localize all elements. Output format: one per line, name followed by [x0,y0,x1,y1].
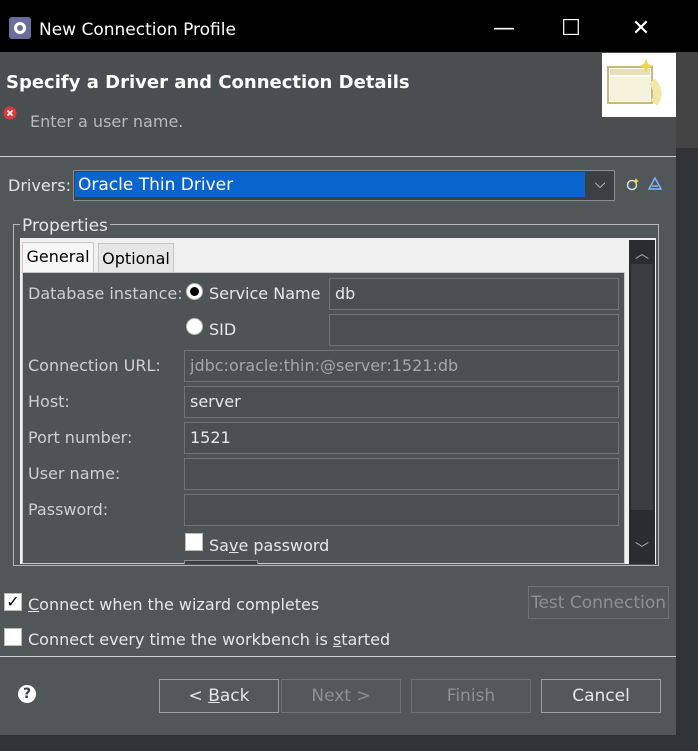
scrollbar-thumb[interactable] [631,264,653,510]
scroll-up-icon[interactable]: ︿ [630,243,654,265]
port-field[interactable]: 1521 [184,422,619,454]
error-icon [3,106,17,120]
service-name-label: Service Name [209,284,321,303]
tab-optional[interactable]: Optional [98,243,174,272]
help-icon[interactable]: ? [18,685,36,703]
new-driver-icon[interactable] [625,176,641,192]
error-message: Enter a user name. [30,112,184,131]
maximize-icon[interactable]: ☐ [551,14,591,44]
connection-url-label: Connection URL: [28,356,161,375]
partial-button [184,560,258,564]
scroll-down-icon[interactable]: ﹀ [630,539,654,561]
port-label: Port number: [28,428,133,447]
wizard-banner-icon [602,53,676,117]
save-password-label: Save password [209,536,330,555]
drivers-label: Drivers: [8,176,71,195]
app-icon [9,17,31,39]
sid-radio[interactable] [186,318,203,335]
test-connection-button[interactable]: Test Connection [528,586,669,619]
minimize-icon[interactable]: — [484,14,524,44]
connect-every-time-checkbox[interactable] [4,628,22,646]
database-instance-label: Database instance: [28,284,183,303]
drivers-selected[interactable]: Oracle Thin Driver [75,172,585,197]
host-field[interactable]: server [184,386,619,418]
header-separator [0,156,676,157]
next-button[interactable]: Next > [281,679,401,713]
background-strip [676,52,698,751]
cancel-button[interactable]: Cancel [541,679,661,713]
service-name-radio[interactable] [186,283,203,300]
back-button[interactable]: < Back [159,679,279,713]
chevron-down-icon[interactable]: ⌵ [588,172,612,197]
close-icon[interactable]: ✕ [621,14,661,44]
wizard-header [0,52,676,156]
properties-legend: Properties [20,216,110,236]
connect-on-finish-checkbox[interactable]: ✓ [4,593,22,611]
connection-url-field: jdbc:oracle:thin:@server:1521:db [184,350,619,382]
password-field[interactable] [184,494,619,526]
password-label: Password: [28,500,109,519]
user-name-label: User name: [28,464,121,483]
save-password-checkbox[interactable] [185,533,203,551]
service-name-field[interactable]: db [329,278,619,310]
window-title: New Connection Profile [39,20,236,40]
background-strip-top [676,52,698,148]
background-strip-bottom [0,735,698,751]
host-label: Host: [28,392,70,411]
edit-driver-icon[interactable] [647,176,663,192]
finish-button[interactable]: Finish [411,679,531,713]
connect-on-finish-label: Connect when the wizard completes [28,595,320,614]
connect-every-time-label: Connect every time the workbench is star… [28,630,391,649]
footer-separator [0,656,676,657]
page-title: Specify a Driver and Connection Details [6,72,410,93]
sid-label: SID [209,320,237,339]
tab-general[interactable]: General [22,242,94,272]
user-name-field[interactable] [184,458,619,490]
sid-field[interactable] [329,314,619,346]
